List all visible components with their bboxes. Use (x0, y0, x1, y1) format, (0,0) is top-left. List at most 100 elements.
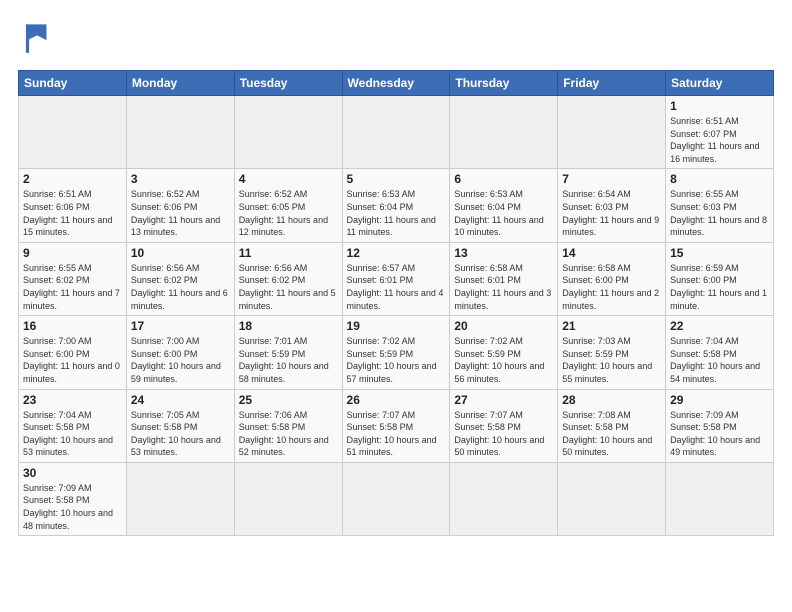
week-row-6: 30Sunrise: 7:09 AM Sunset: 5:58 PM Dayli… (19, 462, 774, 535)
day-cell (126, 96, 234, 169)
day-number: 29 (670, 393, 769, 407)
calendar: SundayMondayTuesdayWednesdayThursdayFrid… (18, 70, 774, 536)
day-info: Sunrise: 7:04 AM Sunset: 5:58 PM Dayligh… (23, 409, 122, 459)
day-cell: 14 Sunrise: 6:58 AM Sunset: 6:00 PM Dayli… (558, 242, 666, 315)
day-cell: 12 Sunrise: 6:57 AM Sunset: 6:01 PM Dayli… (342, 242, 450, 315)
day-number: 20 (454, 319, 553, 333)
day-cell: 30Sunrise: 7:09 AM Sunset: 5:58 PM Dayli… (19, 462, 127, 535)
day-cell: 22 Sunrise: 7:04 AM Sunset: 5:58 PM Dayli… (666, 316, 774, 389)
day-cell (450, 96, 558, 169)
day-number: 26 (347, 393, 446, 407)
day-cell: 23 Sunrise: 7:04 AM Sunset: 5:58 PM Dayli… (19, 389, 127, 462)
day-number: 12 (347, 246, 446, 260)
day-info: Sunrise: 7:03 AM Sunset: 5:59 PM Dayligh… (562, 335, 661, 385)
day-number: 14 (562, 246, 661, 260)
day-cell: 24Sunrise: 7:05 AM Sunset: 5:58 PM Dayli… (126, 389, 234, 462)
day-info: Sunrise: 7:01 AM Sunset: 5:59 PM Dayligh… (239, 335, 338, 385)
day-info: Sunrise: 7:04 AM Sunset: 5:58 PM Dayligh… (670, 335, 769, 385)
day-number: 2 (23, 172, 122, 186)
day-cell: 29 Sunrise: 7:09 AM Sunset: 5:58 PM Dayli… (666, 389, 774, 462)
day-number: 1 (670, 99, 769, 113)
day-number: 16 (23, 319, 122, 333)
day-cell (558, 96, 666, 169)
day-info: Sunrise: 7:02 AM Sunset: 5:59 PM Dayligh… (347, 335, 446, 385)
day-cell: 13Sunrise: 6:58 AM Sunset: 6:01 PM Dayli… (450, 242, 558, 315)
weekday-header-friday: Friday (558, 71, 666, 96)
day-cell: 9Sunrise: 6:55 AM Sunset: 6:02 PM Daylig… (19, 242, 127, 315)
generalblue-logo-icon (18, 18, 56, 56)
day-cell: 27Sunrise: 7:07 AM Sunset: 5:58 PM Dayli… (450, 389, 558, 462)
day-number: 23 (23, 393, 122, 407)
header (18, 18, 774, 56)
day-number: 7 (562, 172, 661, 186)
day-cell (126, 462, 234, 535)
day-number: 18 (239, 319, 338, 333)
day-cell: 16 Sunrise: 7:00 AM Sunset: 6:00 PM Dayli… (19, 316, 127, 389)
day-info: Sunrise: 7:00 AM Sunset: 6:00 PM Dayligh… (131, 335, 230, 385)
day-info: Sunrise: 6:59 AM Sunset: 6:00 PM Dayligh… (670, 262, 769, 312)
day-info: Sunrise: 6:52 AM Sunset: 6:05 PM Dayligh… (239, 188, 338, 238)
day-number: 28 (562, 393, 661, 407)
day-cell: 28 Sunrise: 7:08 AM Sunset: 5:58 PM Dayli… (558, 389, 666, 462)
week-row-5: 23 Sunrise: 7:04 AM Sunset: 5:58 PM Dayli… (19, 389, 774, 462)
weekday-header-tuesday: Tuesday (234, 71, 342, 96)
day-info: Sunrise: 7:00 AM Sunset: 6:00 PM Dayligh… (23, 335, 122, 385)
day-cell: 17 Sunrise: 7:00 AM Sunset: 6:00 PM Dayli… (126, 316, 234, 389)
day-cell (342, 96, 450, 169)
day-cell: 26 Sunrise: 7:07 AM Sunset: 5:58 PM Dayli… (342, 389, 450, 462)
day-cell (234, 462, 342, 535)
logo (18, 18, 62, 56)
day-info: Sunrise: 6:54 AM Sunset: 6:03 PM Dayligh… (562, 188, 661, 238)
day-info: Sunrise: 7:05 AM Sunset: 5:58 PM Dayligh… (131, 409, 230, 459)
day-cell (342, 462, 450, 535)
week-row-3: 9Sunrise: 6:55 AM Sunset: 6:02 PM Daylig… (19, 242, 774, 315)
day-info: Sunrise: 6:56 AM Sunset: 6:02 PM Dayligh… (239, 262, 338, 312)
day-info: Sunrise: 7:06 AM Sunset: 5:58 PM Dayligh… (239, 409, 338, 459)
day-info: Sunrise: 6:53 AM Sunset: 6:04 PM Dayligh… (454, 188, 553, 238)
day-cell: 25Sunrise: 7:06 AM Sunset: 5:58 PM Dayli… (234, 389, 342, 462)
day-cell (19, 96, 127, 169)
day-cell: 5Sunrise: 6:53 AM Sunset: 6:04 PM Daylig… (342, 169, 450, 242)
day-number: 6 (454, 172, 553, 186)
day-cell (450, 462, 558, 535)
day-number: 13 (454, 246, 553, 260)
day-cell: 11Sunrise: 6:56 AM Sunset: 6:02 PM Dayli… (234, 242, 342, 315)
day-cell: 21 Sunrise: 7:03 AM Sunset: 5:59 PM Dayli… (558, 316, 666, 389)
day-info: Sunrise: 6:55 AM Sunset: 6:02 PM Dayligh… (23, 262, 122, 312)
day-number: 8 (670, 172, 769, 186)
week-row-2: 2 Sunrise: 6:51 AM Sunset: 6:06 PM Daylig… (19, 169, 774, 242)
day-info: Sunrise: 6:51 AM Sunset: 6:06 PM Dayligh… (23, 188, 122, 238)
day-info: Sunrise: 6:58 AM Sunset: 6:00 PM Dayligh… (562, 262, 661, 312)
day-info: Sunrise: 7:07 AM Sunset: 5:58 PM Dayligh… (347, 409, 446, 459)
day-info: Sunrise: 7:08 AM Sunset: 5:58 PM Dayligh… (562, 409, 661, 459)
day-number: 21 (562, 319, 661, 333)
day-number: 22 (670, 319, 769, 333)
day-info: Sunrise: 7:02 AM Sunset: 5:59 PM Dayligh… (454, 335, 553, 385)
day-cell: 3Sunrise: 6:52 AM Sunset: 6:06 PM Daylig… (126, 169, 234, 242)
day-number: 17 (131, 319, 230, 333)
day-info: Sunrise: 7:09 AM Sunset: 5:58 PM Dayligh… (670, 409, 769, 459)
day-cell (234, 96, 342, 169)
page: SundayMondayTuesdayWednesdayThursdayFrid… (0, 0, 792, 546)
day-cell: 10 Sunrise: 6:56 AM Sunset: 6:02 PM Dayli… (126, 242, 234, 315)
day-cell: 1 Sunrise: 6:51 AM Sunset: 6:07 PM Daylig… (666, 96, 774, 169)
day-info: Sunrise: 6:57 AM Sunset: 6:01 PM Dayligh… (347, 262, 446, 312)
day-info: Sunrise: 6:51 AM Sunset: 6:07 PM Dayligh… (670, 115, 769, 165)
day-number: 30 (23, 466, 122, 480)
day-cell (666, 462, 774, 535)
week-row-1: 1 Sunrise: 6:51 AM Sunset: 6:07 PM Daylig… (19, 96, 774, 169)
day-cell: 19 Sunrise: 7:02 AM Sunset: 5:59 PM Dayli… (342, 316, 450, 389)
day-info: Sunrise: 6:52 AM Sunset: 6:06 PM Dayligh… (131, 188, 230, 238)
day-info: Sunrise: 6:56 AM Sunset: 6:02 PM Dayligh… (131, 262, 230, 312)
weekday-header-row: SundayMondayTuesdayWednesdayThursdayFrid… (19, 71, 774, 96)
day-cell: 4Sunrise: 6:52 AM Sunset: 6:05 PM Daylig… (234, 169, 342, 242)
day-number: 10 (131, 246, 230, 260)
day-cell: 2 Sunrise: 6:51 AM Sunset: 6:06 PM Daylig… (19, 169, 127, 242)
day-cell: 7 Sunrise: 6:54 AM Sunset: 6:03 PM Daylig… (558, 169, 666, 242)
week-row-4: 16 Sunrise: 7:00 AM Sunset: 6:00 PM Dayli… (19, 316, 774, 389)
day-info: Sunrise: 7:07 AM Sunset: 5:58 PM Dayligh… (454, 409, 553, 459)
day-cell (558, 462, 666, 535)
day-cell: 8Sunrise: 6:55 AM Sunset: 6:03 PM Daylig… (666, 169, 774, 242)
day-number: 19 (347, 319, 446, 333)
day-info: Sunrise: 6:53 AM Sunset: 6:04 PM Dayligh… (347, 188, 446, 238)
